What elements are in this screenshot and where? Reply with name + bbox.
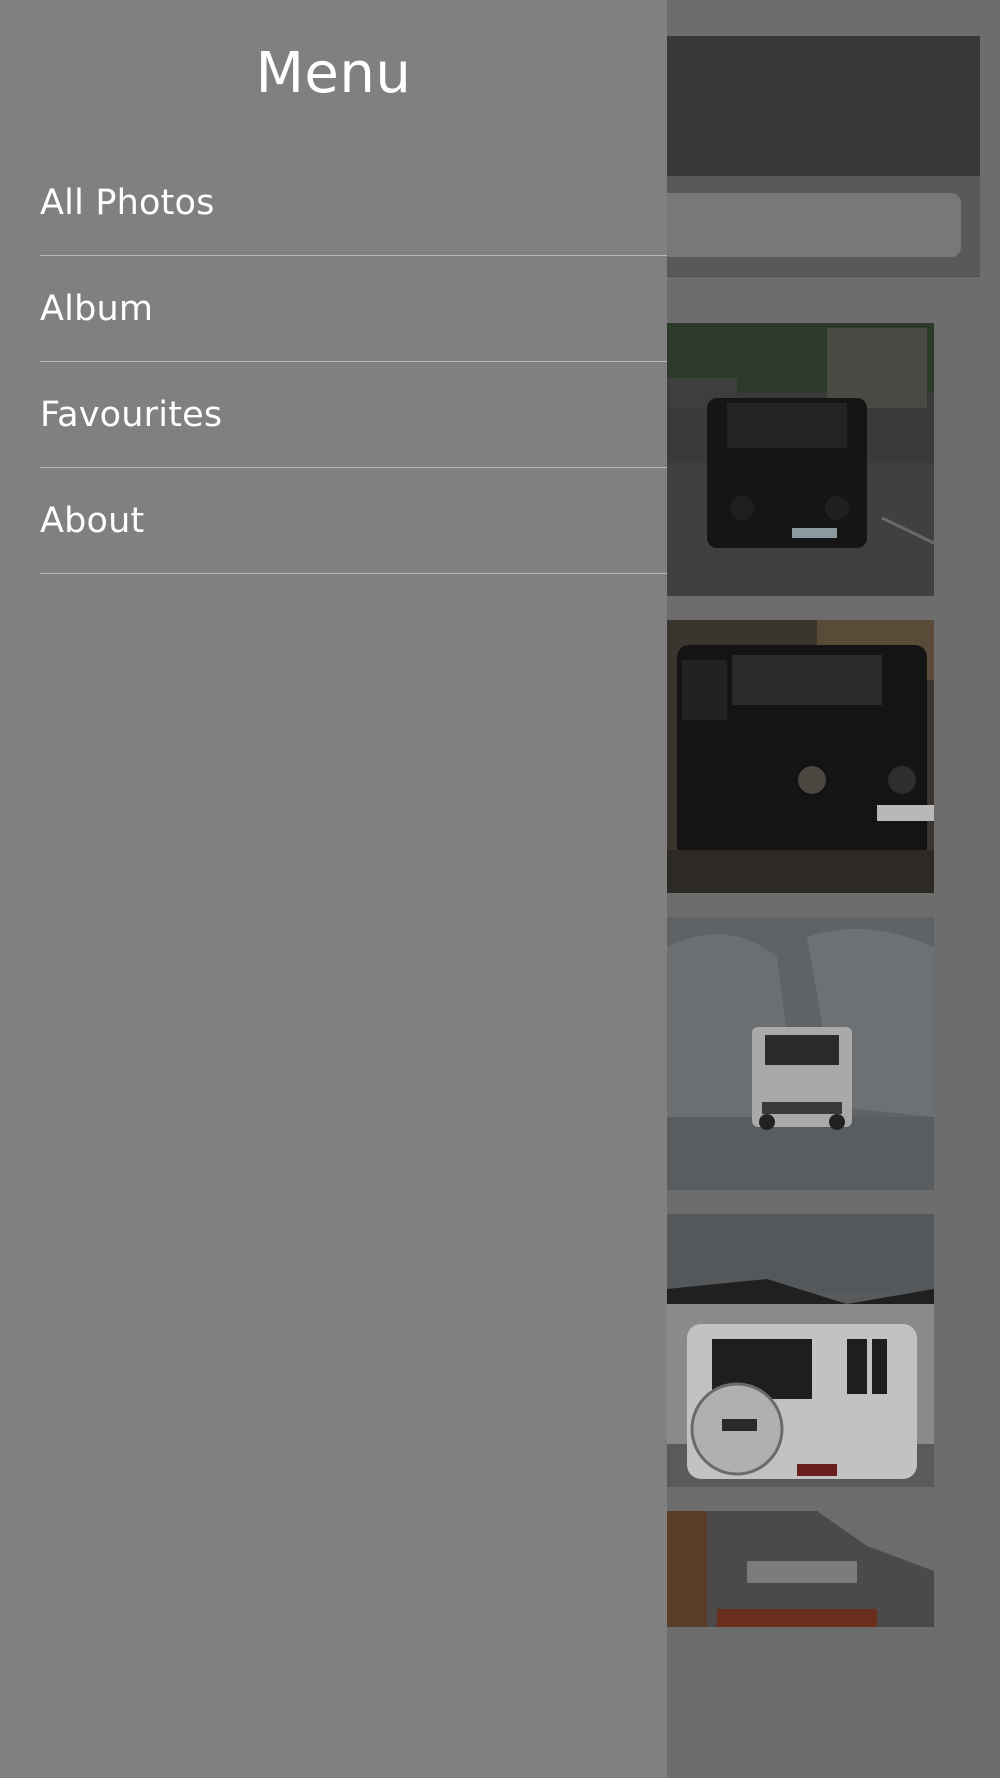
photo-thumbnail[interactable] [667,1511,934,1627]
photo-black-suv-parking [667,620,934,893]
photo-thumbnail[interactable] [667,323,934,596]
photo-thumbnail[interactable] [667,620,934,893]
menu-list: All Photos Album Favourites About [40,150,667,574]
search-input[interactable] [667,193,961,257]
app-navigation-bar [667,36,980,176]
photo-thumbnail[interactable] [667,917,934,1190]
menu-item-label: Album [40,288,154,329]
photo-white-suv-snow [667,917,934,1190]
side-menu-drawer: Menu All Photos Album Favourites About [0,0,667,1778]
app-search-bar [667,176,980,277]
photo-thumbnail[interactable] [667,1214,934,1487]
menu-item-favourites[interactable]: Favourites [40,362,667,468]
menu-item-label: Favourites [40,394,223,435]
menu-item-about[interactable]: About [40,468,667,574]
menu-title: Menu [255,41,412,106]
menu-item-label: All Photos [40,182,215,223]
screen: Menu All Photos Album Favourites About [0,0,1000,1778]
photo-white-suv-rear [667,1214,934,1487]
menu-item-album[interactable]: Album [40,256,667,362]
photo-orange-suv-showroom [667,1511,934,1627]
menu-item-label: About [40,500,145,541]
photo-black-suv-street [667,323,934,596]
menu-item-all-photos[interactable]: All Photos [40,150,667,256]
